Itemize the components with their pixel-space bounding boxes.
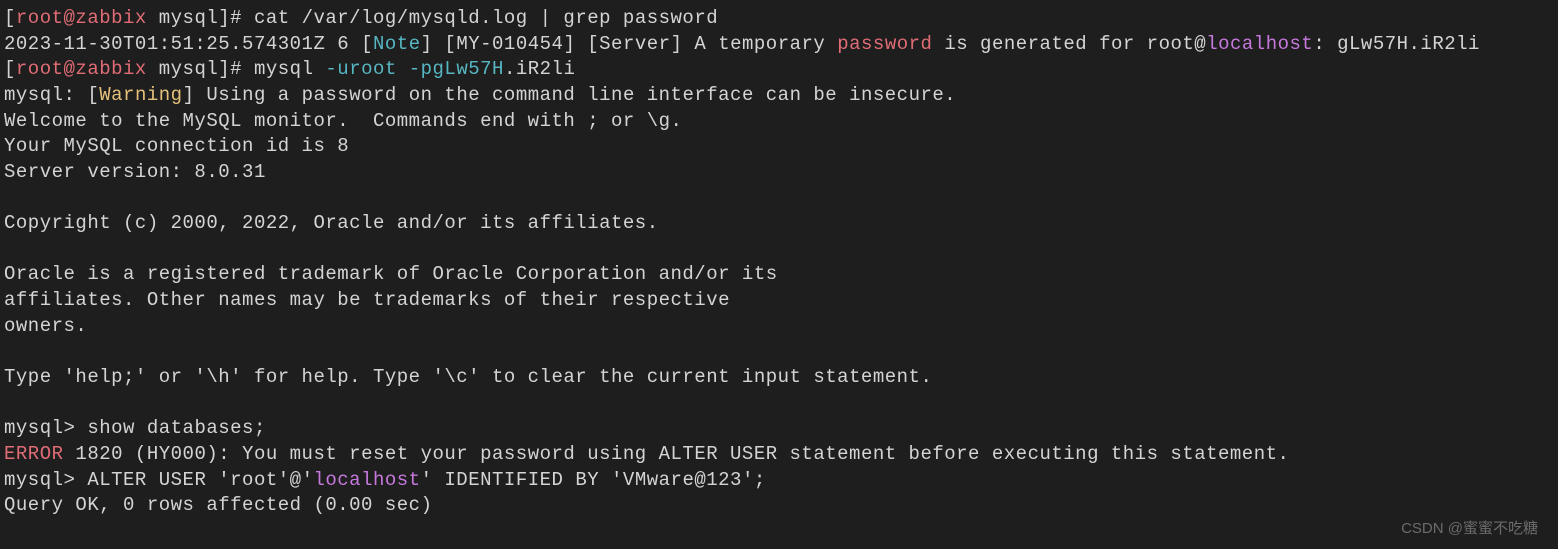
watermark: CSDN @蜜蜜不吃糖 xyxy=(1401,519,1538,539)
terminal-output: [root@zabbix mysql]# cat /var/log/mysqld… xyxy=(4,7,1480,516)
